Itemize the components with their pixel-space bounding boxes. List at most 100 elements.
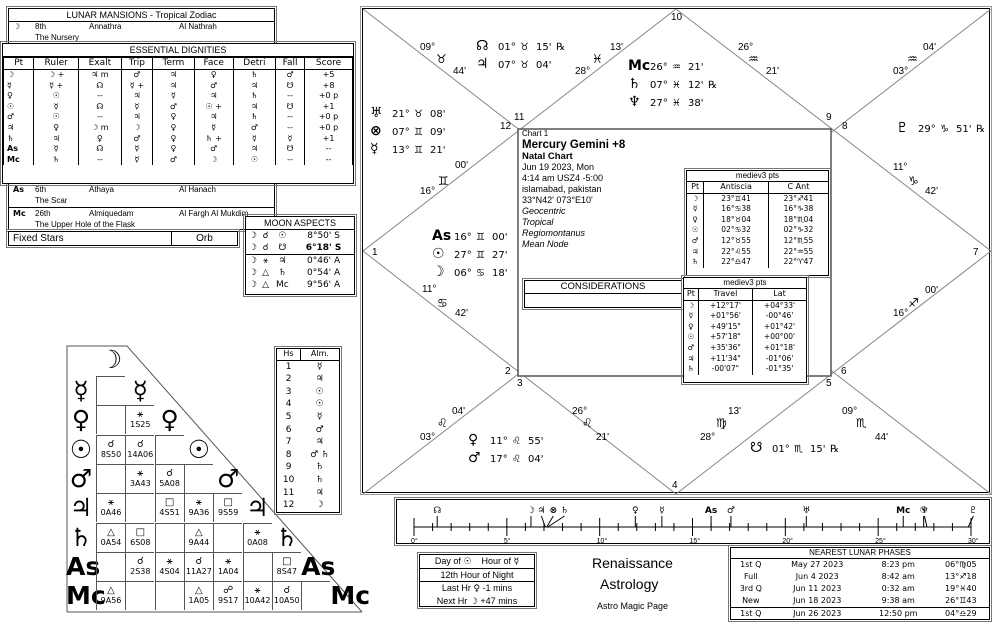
table-row: ☿ 16°♋38 16°♑38	[687, 204, 828, 215]
last-hour-value: -1 mins	[482, 583, 513, 593]
aspect-orb: 9A56	[100, 596, 122, 606]
aspect-orb: 0A54	[100, 537, 122, 547]
planet-degree: 16°	[454, 232, 472, 243]
aspect-cell: ⚹ 9A36	[183, 493, 213, 523]
mercury-icon: ☿	[513, 557, 520, 567]
planet-position: ♆ 27° ♓ 38'	[628, 94, 717, 112]
aspect-grid-row-glyph: Mc	[66, 581, 106, 611]
table-cell: ☽	[691, 193, 699, 203]
planet-sign-icon: ♊	[414, 145, 423, 156]
table-row: ♄ 22°♎47 22°♈47	[687, 257, 828, 268]
table-row: 3rd Q Jun 11 2023 0:32 am 19°♓40	[731, 583, 989, 595]
aspect-orb: 4S51	[159, 508, 180, 518]
table-row: 2 ♃	[277, 373, 339, 386]
table-cell: ♃	[687, 353, 695, 363]
retrograde-icon: ℞	[830, 444, 839, 455]
aspect-symbol: △	[107, 585, 115, 597]
table-row: 5 ☿	[277, 411, 339, 424]
current-hour: 12th Hour of Night	[420, 569, 534, 582]
planet-position: ♀ 11° ♌ 55'	[468, 432, 548, 450]
chart-option: Regiomontanus	[522, 228, 586, 238]
table-cell: ☽	[315, 500, 324, 511]
aspect-orb: 9A44	[188, 537, 210, 547]
travel-panel: mediev3 pts Pt Travel Lat ☽ +12°17' +04°33' ☿ +…	[681, 275, 809, 385]
cusp-sign-icon: ♋	[437, 296, 448, 310]
table-cell: ♃	[691, 246, 699, 256]
planet-degree: 27°	[650, 98, 668, 109]
aspect-cell	[242, 551, 272, 581]
table-cell: +01°56'	[697, 311, 753, 322]
table-cell: 9:38 am	[881, 596, 915, 605]
aspect-cell	[183, 463, 213, 493]
table-header-row: Hs Alm.	[277, 349, 339, 361]
planet-group: ☊ 01° ♉ 15' ℞ ♃ 07° ♉ 04'	[476, 38, 565, 74]
aspect-symbol: ⚹	[195, 497, 202, 509]
planet-sign-icon: ♑	[940, 124, 949, 135]
aspect-cell: □ 8S47	[271, 551, 301, 581]
planet-sign-icon: ♉	[520, 42, 529, 53]
aspect-orb: 0A08	[247, 537, 268, 547]
planet-minute: 18'	[492, 268, 508, 279]
planet-glyph-icon: ♅	[370, 105, 383, 121]
planet-glyph-icon: ☊	[476, 38, 489, 54]
aspect-grid-col-glyph: ♂	[216, 463, 240, 493]
aspect-grid-row-glyph: ♂	[69, 463, 93, 493]
planet-degree: 06°	[454, 268, 472, 279]
planet-degree: 07°	[392, 127, 410, 138]
table-cell: May 27 2023	[791, 560, 844, 569]
aspect-cell	[96, 405, 125, 435]
cusp-degree: 44'	[453, 66, 467, 77]
aspect-cell	[301, 581, 331, 611]
table-cell: Jun 4 2023	[795, 572, 839, 581]
aspect-cell: △ 9A56	[96, 581, 125, 611]
aspect-cell	[154, 434, 184, 464]
planet-group: ♀ 11° ♌ 55' ♂ 17° ♌ 04'	[468, 432, 548, 468]
table-cell: ♄	[691, 257, 699, 267]
table-row: Full Jun 4 2023 8:42 am 13°♐18	[731, 571, 989, 583]
table-cell: 04°♎29	[945, 609, 977, 618]
considerations-panel[interactable]: CONSIDERATIONS	[522, 278, 684, 310]
planet-group: As 16° ♊ 00' ☉ 27° ♊ 27' ☽ 06° ♋ 18'	[432, 228, 512, 282]
planet-position: ☊ 01° ♉ 15' ℞	[476, 38, 565, 56]
planet-group: ☋ 01° ♏ 15' ℞	[750, 440, 839, 458]
table-cell: Jun 26 2023	[793, 609, 842, 618]
column-header: Antiscia	[703, 182, 769, 194]
aspect-cell: ☌ 11A27	[183, 551, 213, 581]
astro-magic-page-link[interactable]: Astro Magic Page	[597, 601, 668, 611]
aspect-cell: □ 6S08	[125, 522, 155, 552]
table-cell: -00'07"	[697, 364, 753, 375]
column-header: Alm.	[299, 349, 339, 361]
aspect-cell	[125, 493, 155, 523]
table-cell: 06°♍05	[945, 560, 977, 569]
aspect-cell: □ 9S59	[213, 493, 243, 523]
ruler-marker-glyph: ☊	[433, 506, 441, 516]
table-cell: +01°18'	[752, 342, 806, 354]
aspect-symbol: ⚹	[137, 409, 144, 421]
table-row: ♀ +49'15" +01°42'	[684, 321, 806, 333]
aspect-symbol: ☌	[166, 467, 173, 479]
next-hour-value: +47 mins	[480, 596, 518, 606]
table-cell: 1	[285, 361, 292, 372]
table-row: 11 ♃	[277, 487, 339, 500]
table-cell: 7	[285, 437, 292, 448]
ruler-marker-glyph: ♂	[727, 506, 735, 516]
table-row: 4 ☉	[277, 398, 339, 411]
table-cell: 4	[285, 399, 292, 410]
planet-glyph-icon: Mc	[628, 58, 651, 74]
aspect-orb: 1A05	[188, 596, 210, 606]
ruler-marker-glyph: ♇	[969, 506, 977, 516]
table-row: 7 ♃	[277, 436, 339, 449]
table-row: New Jun 18 2023 9:38 am 26°♊43	[731, 595, 989, 608]
column-header: Pt	[684, 289, 699, 301]
cusp-degree: 16°	[420, 186, 436, 197]
chart-option: Mean Node	[522, 239, 569, 249]
table-row: 1st Q May 27 2023 8:23 pm 06°♍05	[731, 559, 989, 571]
brand-line-2: Astrology	[600, 576, 659, 592]
house-number: 9	[826, 112, 832, 123]
table-cell: 8:42 am	[881, 572, 915, 581]
cusp-degree: 44'	[875, 432, 889, 443]
cusp-sign-icon: ♒	[907, 52, 918, 66]
ruler-marker-glyph: ♅	[802, 506, 810, 516]
table-cell: +01°42'	[752, 321, 806, 333]
table-cell: 02°♋32	[703, 225, 769, 236]
